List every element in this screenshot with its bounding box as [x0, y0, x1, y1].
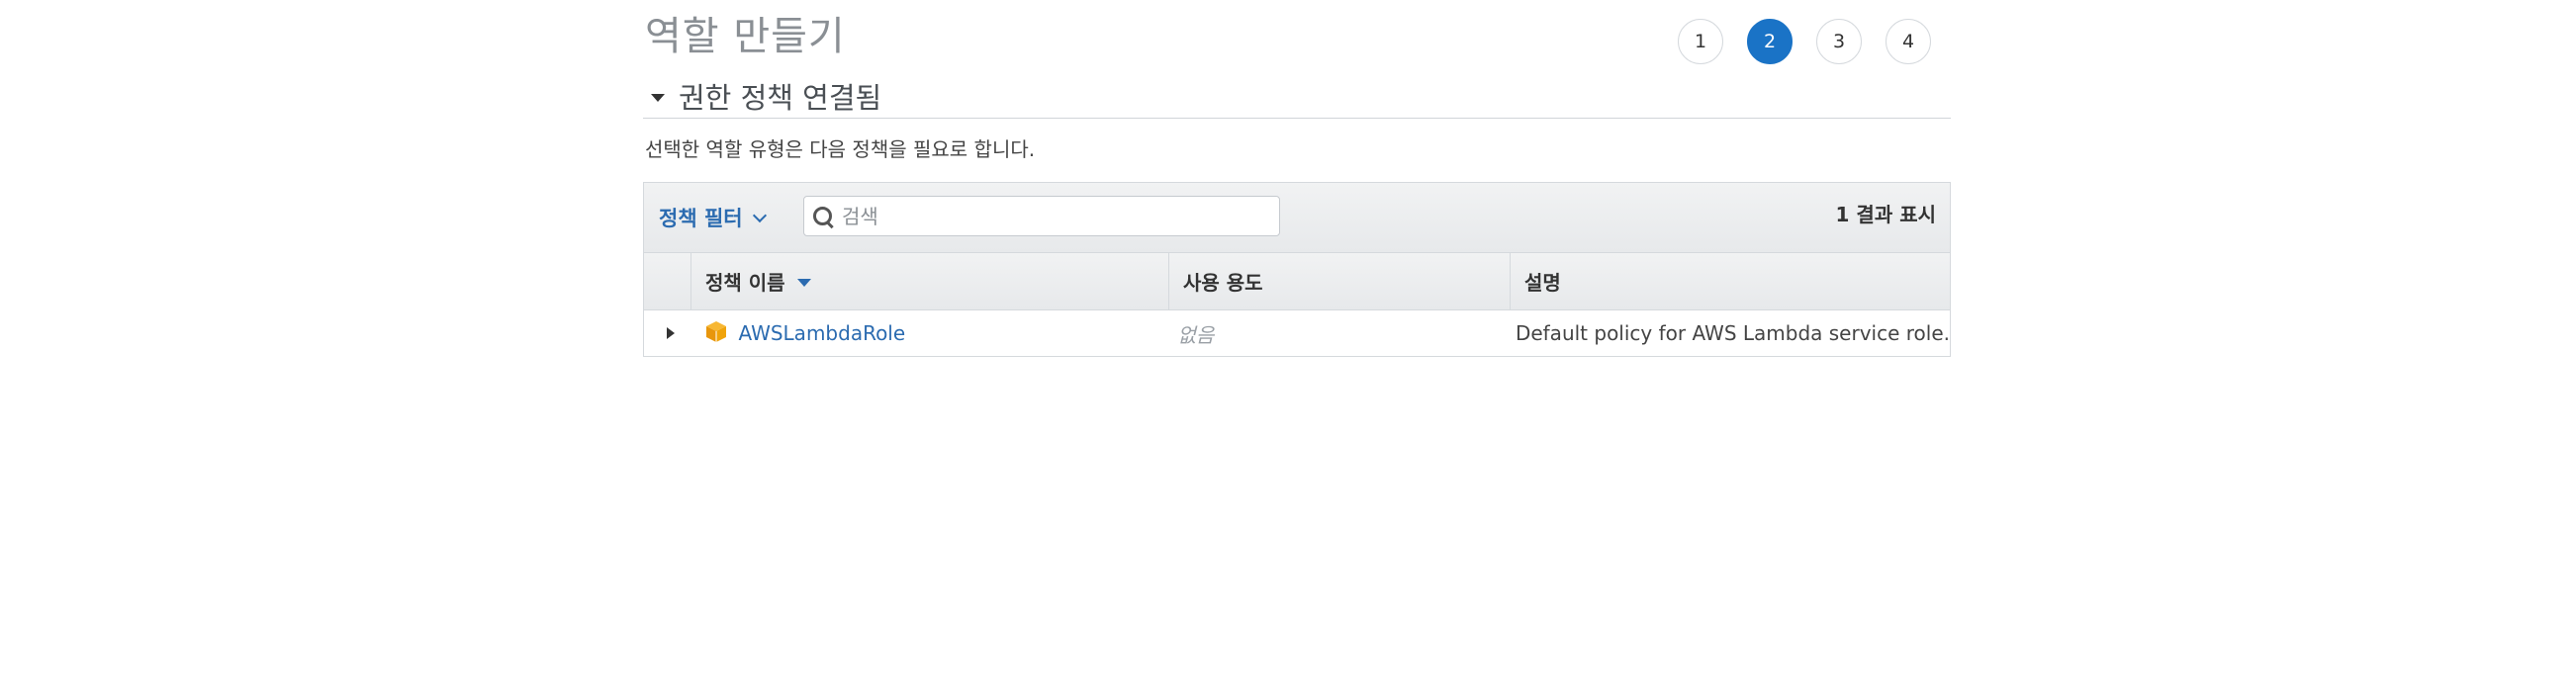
- header-expand-column: [644, 253, 691, 309]
- header-policy-name-label: 정책 이름: [705, 271, 785, 295]
- caret-down-icon: [651, 94, 665, 102]
- step-3[interactable]: 3: [1816, 19, 1862, 64]
- step-2-current[interactable]: 2: [1747, 19, 1793, 64]
- policy-description-text: Default policy for AWS Lambda service ro…: [1515, 321, 1950, 345]
- policy-table: 정책 필터 1 결과 표시 정책 이름 사용 용도 설명: [643, 182, 1951, 357]
- section-divider: [643, 118, 1951, 119]
- header-usage[interactable]: 사용 용도: [1169, 253, 1511, 309]
- section-description: 선택한 역할 유형은 다음 정책을 필요로 합니다.: [645, 137, 1036, 161]
- aws-policy-cube-icon: [704, 319, 728, 348]
- sort-descending-icon: [796, 279, 811, 287]
- policy-filter-dropdown[interactable]: 정책 필터: [659, 203, 767, 232]
- attached-policies-section-toggle[interactable]: 권한 정책 연결됨: [645, 75, 881, 117]
- search-box: [803, 196, 1280, 236]
- policy-name-link[interactable]: AWSLambdaRole: [738, 321, 905, 345]
- policy-filter-label: 정책 필터: [659, 207, 743, 230]
- policy-description-cell: Default policy for AWS Lambda service ro…: [1502, 310, 1950, 356]
- policy-name-cell: AWSLambdaRole: [690, 310, 1163, 356]
- search-icon: [812, 206, 834, 227]
- search-input[interactable]: [840, 203, 1259, 229]
- row-expand-toggle[interactable]: [644, 310, 690, 356]
- page-title: 역할 만들기: [645, 14, 846, 59]
- policy-usage-text: 없음: [1177, 322, 1215, 347]
- policy-usage-cell: 없음: [1163, 310, 1501, 356]
- header-policy-name[interactable]: 정책 이름: [691, 253, 1169, 309]
- header-description[interactable]: 설명: [1511, 253, 1950, 309]
- section-title: 권한 정책 연결됨: [679, 81, 882, 115]
- result-count: 1 결과 표시: [1835, 203, 1936, 226]
- caret-right-icon: [666, 327, 675, 339]
- step-4[interactable]: 4: [1886, 19, 1931, 64]
- table-header-row: 정책 이름 사용 용도 설명: [644, 253, 1950, 310]
- chevron-down-icon: [752, 208, 767, 223]
- table-toolbar: 정책 필터 1 결과 표시: [644, 183, 1950, 253]
- table-row: AWSLambdaRole 없음 Default policy for AWS …: [644, 310, 1950, 356]
- wizard-steps: 1 2 3 4: [1678, 19, 1931, 64]
- step-1[interactable]: 1: [1678, 19, 1723, 64]
